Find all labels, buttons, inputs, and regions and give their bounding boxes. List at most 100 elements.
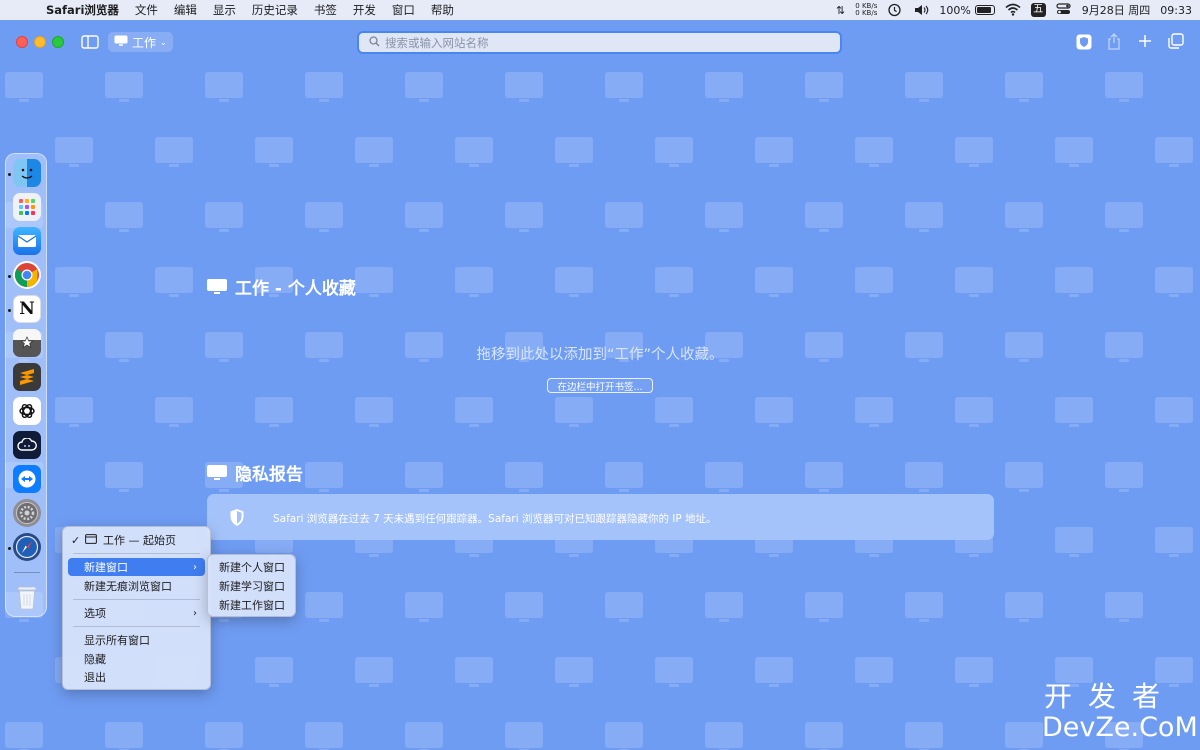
background-tile <box>55 397 93 427</box>
time-machine-icon[interactable] <box>887 3 903 17</box>
current-window-label: 工作 — 起始页 <box>103 534 176 547</box>
privacy-report-card[interactable]: Safari 浏览器在过去 7 天未遇到任何跟踪器。Safari 浏览器可对已知… <box>207 494 994 540</box>
background-tile <box>205 202 243 232</box>
watermark-top-text: 开发者 <box>1044 680 1177 713</box>
search-icon <box>369 35 380 50</box>
menubar-date[interactable]: 9月28日 周四 <box>1082 2 1151 18</box>
network-speed[interactable]: 0 KB/s 0 KB/s <box>855 3 877 17</box>
background-tile <box>105 462 143 492</box>
background-tile <box>155 397 193 427</box>
background-tile <box>255 657 293 687</box>
background-tile <box>855 137 893 167</box>
background-tile <box>1005 332 1043 362</box>
search-input[interactable] <box>385 35 825 50</box>
new-tab-icon[interactable] <box>1137 33 1153 49</box>
menu-help[interactable]: 帮助 <box>423 2 462 18</box>
trash-icon[interactable] <box>13 584 41 612</box>
favorites-title-text: 工作 - 个人收藏 <box>235 279 356 299</box>
menu-edit[interactable]: 编辑 <box>166 2 205 18</box>
status-sync-icon[interactable]: ⇅ <box>836 4 845 17</box>
safari-icon[interactable] <box>13 533 41 561</box>
open-bookmarks-in-sidebar-button[interactable]: 在边栏中打开书签... <box>547 378 653 393</box>
wifi-icon[interactable] <box>1005 3 1021 17</box>
background-tile <box>255 397 293 427</box>
system-settings-icon[interactable] <box>13 499 41 527</box>
menu-develop[interactable]: 开发 <box>345 2 384 18</box>
chrome-icon[interactable] <box>13 261 41 289</box>
menu-bookmarks[interactable]: 书签 <box>306 2 345 18</box>
background-tile <box>555 137 593 167</box>
background-tile <box>1005 72 1043 102</box>
address-bar[interactable] <box>357 31 842 54</box>
menu-file[interactable]: 文件 <box>127 2 166 18</box>
reeder-icon[interactable] <box>13 329 41 357</box>
background-tile <box>955 137 993 167</box>
tab-group-monitor-icon <box>114 35 128 49</box>
background-tile <box>905 202 943 232</box>
background-tile <box>355 267 393 297</box>
finder-icon[interactable] <box>13 159 41 187</box>
background-tile <box>905 462 943 492</box>
background-tile <box>1105 462 1143 492</box>
privacy-shield-icon[interactable] <box>1076 34 1092 50</box>
menu-item-hide[interactable]: 隐藏 <box>68 650 205 668</box>
background-tile <box>1005 722 1043 750</box>
submenu-item-personal-window[interactable]: 新建个人窗口 <box>213 558 290 576</box>
sublime-text-icon[interactable] <box>13 363 41 391</box>
menu-history[interactable]: 历史记录 <box>244 2 306 18</box>
menu-item-new-private-window[interactable]: 新建无痕浏览窗口 <box>68 577 205 595</box>
menu-app-safari[interactable]: Safari浏览器 <box>44 2 127 18</box>
notion-icon[interactable]: N <box>13 295 41 323</box>
background-tile <box>55 267 93 297</box>
submenu-item-study-window[interactable]: 新建学习窗口 <box>213 577 290 595</box>
chatgpt-icon[interactable] <box>13 397 41 425</box>
watermark-bottom-text: DevZe.CoM <box>1042 712 1198 743</box>
tab-group-picker[interactable]: 工作 ⌄ <box>108 32 173 52</box>
zoom-window-button[interactable] <box>52 36 64 48</box>
background-tile <box>1005 592 1043 622</box>
background-tile <box>205 722 243 750</box>
tab-overview-icon[interactable] <box>1168 33 1184 49</box>
menu-window[interactable]: 窗口 <box>384 2 423 18</box>
netspeed-down: 0 KB/s <box>855 9 878 17</box>
launchpad-icon[interactable] <box>13 193 41 221</box>
teamviewer-icon[interactable] <box>13 465 41 493</box>
running-indicator <box>8 275 11 278</box>
background-tile <box>655 267 693 297</box>
favorites-section-title: 工作 - 个人收藏 <box>207 274 356 299</box>
background-tile <box>755 397 793 427</box>
menu-item-quit[interactable]: 退出 <box>68 668 205 686</box>
hide-label: 隐藏 <box>84 653 106 666</box>
menu-item-options[interactable]: 选项 › <box>68 604 205 622</box>
menu-item-current-window[interactable]: ✓ 工作 — 起始页 <box>68 531 205 549</box>
dock-separator <box>14 572 40 573</box>
background-tile <box>1005 202 1043 232</box>
submenu-item-work-window[interactable]: 新建工作窗口 <box>213 596 290 614</box>
background-tile <box>755 657 793 687</box>
close-window-button[interactable] <box>16 36 28 48</box>
background-tile <box>555 397 593 427</box>
mail-icon[interactable] <box>13 227 41 255</box>
privacy-title-text: 隐私报告 <box>235 465 303 485</box>
background-tile <box>305 592 343 622</box>
cloud-app-icon[interactable] <box>13 431 41 459</box>
menu-item-show-all-windows[interactable]: 显示所有窗口 <box>68 631 205 649</box>
sidebar-toggle-icon[interactable] <box>80 33 100 51</box>
menu-separator <box>73 553 200 554</box>
volume-icon[interactable] <box>913 3 929 17</box>
new-private-window-label: 新建无痕浏览窗口 <box>84 580 172 593</box>
background-tile <box>605 462 643 492</box>
running-indicator <box>8 309 11 312</box>
background-tile <box>905 332 943 362</box>
menubar-time[interactable]: 09:33 <box>1160 4 1192 17</box>
background-tile <box>755 137 793 167</box>
menu-view[interactable]: 显示 <box>205 2 244 18</box>
control-center-icon[interactable] <box>1056 3 1072 17</box>
minimize-window-button[interactable] <box>34 36 46 48</box>
input-method-indicator[interactable]: 五 <box>1030 3 1046 17</box>
menu-item-new-window[interactable]: 新建窗口 › <box>68 558 205 576</box>
battery-status[interactable]: 100% <box>939 4 995 17</box>
favorites-drop-hint[interactable]: 拖移到此处以添加到“工作”个人收藏。 <box>300 343 900 364</box>
background-tile <box>555 267 593 297</box>
share-icon[interactable] <box>1106 32 1122 50</box>
